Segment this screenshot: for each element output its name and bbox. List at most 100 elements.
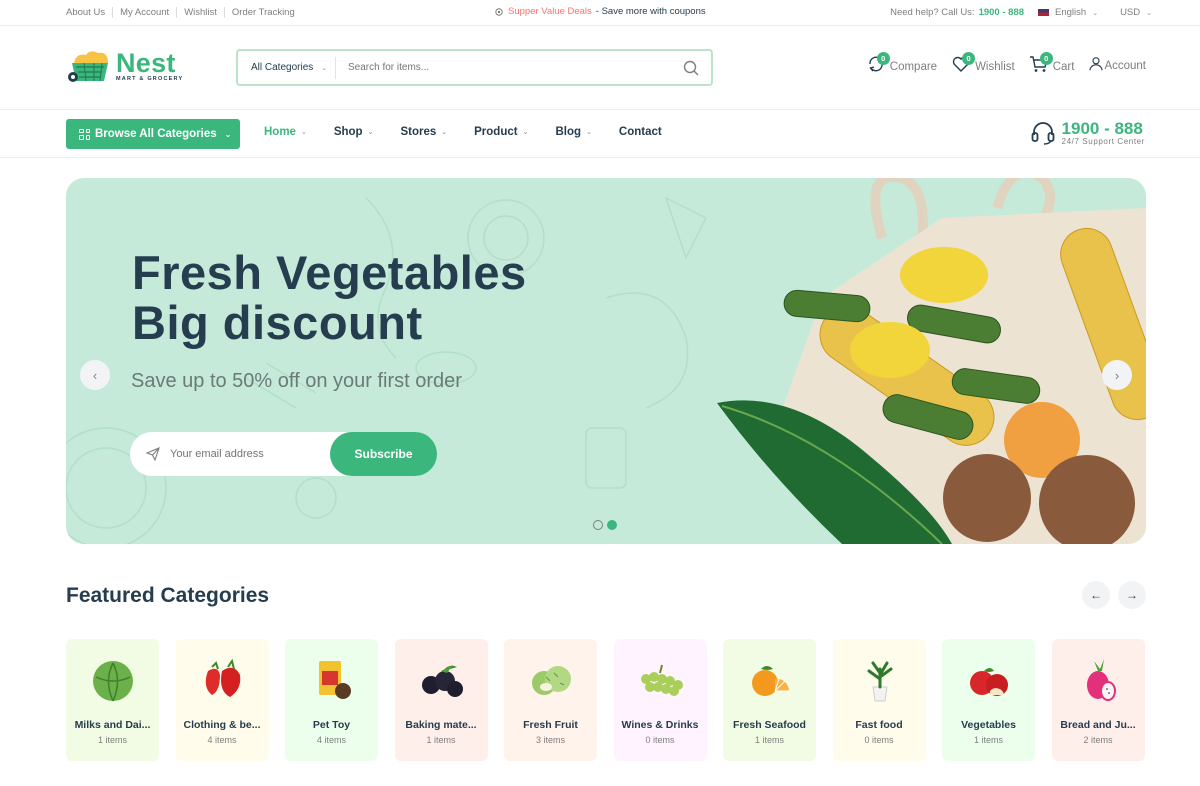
nav-item-stores[interactable]: Stores ⌄ bbox=[400, 126, 447, 138]
order-tracking-link[interactable]: Order Tracking bbox=[223, 7, 302, 18]
promo-save-text: - Save more with coupons bbox=[595, 6, 706, 17]
basket-logo-icon bbox=[68, 51, 108, 82]
grid-icon bbox=[79, 128, 90, 140]
search-category-select[interactable]: All Categories ⌄ bbox=[238, 56, 336, 79]
help-text: Need help? Call Us: bbox=[890, 7, 975, 18]
nav-menu: Home ⌄ Shop ⌄ Stores ⌄ Product ⌄ Blog ⌄ Conta… bbox=[264, 126, 689, 138]
chevron-down-icon: ⌄ bbox=[321, 64, 328, 72]
paper-plane-icon bbox=[146, 447, 160, 461]
slider-next-button[interactable]: › bbox=[1102, 360, 1132, 390]
chevron-down-icon: ⌄ bbox=[522, 129, 529, 136]
category-name: Fast food bbox=[855, 719, 903, 731]
search-input[interactable] bbox=[336, 62, 671, 73]
us-flag-icon bbox=[1038, 9, 1050, 16]
category-name: Clothing & be... bbox=[183, 719, 261, 731]
category-count: 1 items bbox=[973, 735, 1003, 745]
wishlist-link[interactable]: Wishlist bbox=[176, 7, 224, 18]
email-input[interactable] bbox=[170, 448, 320, 460]
grapes-icon bbox=[640, 664, 683, 696]
compare-button[interactable]: 0 Compare bbox=[866, 52, 938, 74]
headset-icon bbox=[1031, 122, 1054, 145]
strawberry-icon bbox=[205, 658, 240, 697]
slider-dot-1[interactable] bbox=[593, 520, 603, 530]
search-bar: All Categories ⌄ bbox=[236, 49, 713, 86]
nav-item-home[interactable]: Home ⌄ bbox=[264, 126, 307, 138]
category-card[interactable]: Fresh Seafood 1 items bbox=[723, 639, 816, 761]
category-card[interactable]: Milks and Dai... 1 items bbox=[66, 639, 159, 761]
my-account-link[interactable]: My Account bbox=[112, 7, 176, 18]
browse-categories-button[interactable]: Browse All Categories ⌄ bbox=[66, 119, 240, 149]
snack-pack-icon bbox=[319, 661, 351, 699]
top-utility-bar: About Us My Account Wishlist Order Track… bbox=[0, 0, 1200, 26]
hero-subtitle: Save up to 50% off on your first order bbox=[131, 370, 462, 392]
subscribe-button[interactable]: Subscribe bbox=[330, 432, 437, 476]
gear-icon bbox=[495, 7, 503, 16]
cart-button[interactable]: 0 Cart bbox=[1029, 52, 1075, 74]
nav-item-product[interactable]: Product ⌄ bbox=[474, 126, 528, 138]
account-label: Account bbox=[1104, 60, 1146, 72]
category-name: Bread and Ju... bbox=[1060, 719, 1136, 731]
nav-item-label: Contact bbox=[618, 126, 662, 138]
category-name: Baking mate... bbox=[405, 719, 477, 731]
wishlist-button[interactable]: 0 Wishlist bbox=[951, 52, 1015, 74]
newsletter-form: Subscribe bbox=[130, 432, 437, 476]
category-card[interactable]: Bread and Ju... 2 items bbox=[1051, 639, 1145, 761]
support-center[interactable]: 1900 - 888 24/7 Support Center bbox=[1030, 120, 1145, 146]
categories-prev-button[interactable]: ← bbox=[1082, 581, 1110, 609]
cabbage-icon bbox=[93, 661, 133, 702]
help-phone[interactable]: 1900 - 888 bbox=[979, 7, 1024, 18]
produce-bag-image bbox=[717, 178, 1146, 544]
site-logo[interactable]: Nest MART & GROCERY bbox=[66, 47, 183, 85]
custard-apple-icon bbox=[532, 666, 571, 695]
nav-item-label: Home bbox=[264, 126, 296, 138]
search-category-label: All Categories bbox=[251, 62, 314, 73]
chevron-left-icon: ‹ bbox=[92, 367, 98, 383]
orange-icon bbox=[752, 666, 790, 696]
category-name: Wines & Drinks bbox=[621, 719, 699, 731]
language-select[interactable]: English bbox=[1055, 7, 1086, 18]
category-name: Fresh Fruit bbox=[523, 719, 578, 731]
category-card[interactable]: Pet Toy 4 items bbox=[285, 639, 378, 761]
category-card[interactable]: Fresh Fruit 3 items bbox=[504, 639, 597, 761]
chevron-right-icon: › bbox=[1114, 367, 1120, 383]
category-count: 0 items bbox=[864, 735, 894, 745]
category-card[interactable]: Vegetables 1 items bbox=[942, 639, 1035, 761]
categories-next-button[interactable]: → bbox=[1118, 581, 1146, 609]
chevron-down-icon: ⌄ bbox=[441, 129, 448, 136]
nav-item-shop[interactable]: Shop ⌄ bbox=[334, 126, 374, 138]
category-count: 3 items bbox=[535, 735, 565, 745]
category-count: 1 items bbox=[97, 735, 127, 745]
dragon-fruit-icon bbox=[1086, 659, 1116, 701]
category-count: 2 items bbox=[1083, 735, 1113, 745]
slider-dot-2-active[interactable] bbox=[607, 520, 617, 530]
brand-tagline: MART & GROCERY bbox=[116, 75, 184, 82]
promo-banner: Supper Value Deals - Save more with coup… bbox=[494, 6, 706, 17]
cart-label: Cart bbox=[1052, 61, 1075, 73]
help-and-locale: Need help? Call Us: 1900 - 888 English ⌄… bbox=[890, 7, 1152, 18]
search-button[interactable] bbox=[671, 60, 711, 76]
slider-prev-button[interactable]: ‹ bbox=[80, 360, 110, 390]
category-card[interactable]: Clothing & be... 4 items bbox=[175, 639, 269, 761]
chevron-down-icon: ⌄ bbox=[1092, 9, 1099, 17]
promo-deal-text: Supper Value Deals bbox=[508, 6, 592, 17]
account-button[interactable]: Account bbox=[1088, 55, 1146, 73]
about-us-link[interactable]: About Us bbox=[66, 7, 112, 18]
compare-label: Compare bbox=[889, 61, 938, 73]
search-icon bbox=[683, 60, 699, 75]
chevron-down-icon: ⌄ bbox=[300, 129, 307, 136]
featured-categories-nav: ← → bbox=[1082, 581, 1146, 609]
currency-select[interactable]: USD bbox=[1120, 7, 1140, 18]
hero-title-line1: Fresh Vegetables bbox=[132, 246, 527, 299]
nav-item-label: Shop bbox=[333, 126, 363, 138]
nav-item-label: Stores bbox=[400, 126, 437, 138]
compare-count-badge: 0 bbox=[876, 52, 890, 65]
category-card[interactable]: Fast food 0 items bbox=[832, 639, 926, 761]
category-card[interactable]: Baking mate... 1 items bbox=[394, 639, 488, 761]
browse-categories-label: Browse All Categories bbox=[95, 128, 217, 140]
nav-item-contact[interactable]: Contact bbox=[619, 126, 662, 138]
category-card[interactable]: Wines & Drinks 0 items bbox=[613, 639, 707, 761]
cart-count-badge: 0 bbox=[1039, 52, 1053, 65]
support-label: 24/7 Support Center bbox=[1061, 137, 1145, 146]
chevron-down-icon: ⌄ bbox=[1146, 9, 1152, 17]
nav-item-blog[interactable]: Blog ⌄ bbox=[555, 126, 591, 138]
